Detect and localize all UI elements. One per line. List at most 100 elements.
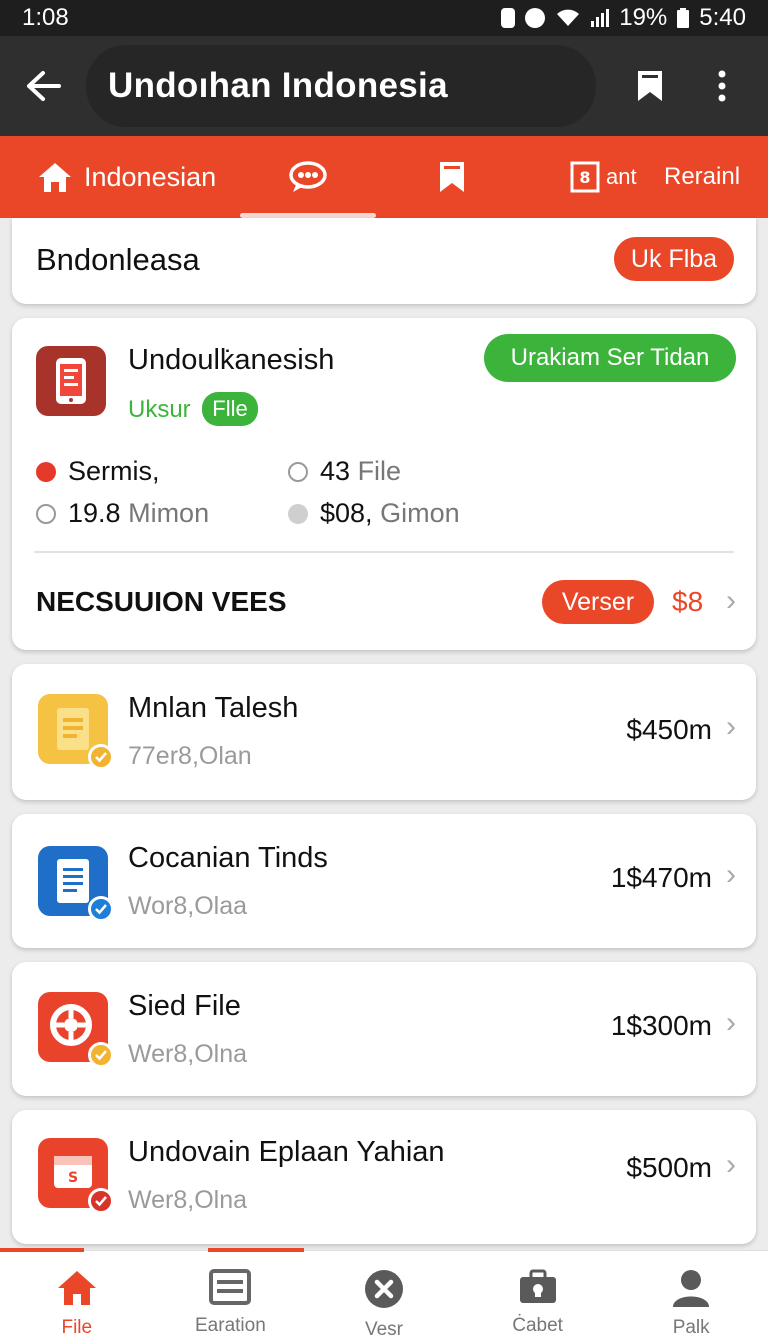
nav-vesr[interactable]: Vesr (307, 1251, 461, 1344)
page-title: Undoıhan Indonesia (108, 66, 448, 105)
title-bar: Undoıhan Indonesia (86, 45, 596, 127)
app-bar: Undoıhan Indonesia (0, 36, 768, 136)
svg-text:S: S (68, 1170, 78, 1186)
more-options-button[interactable] (692, 36, 752, 136)
alert-icon (525, 8, 546, 28)
arrow-left-icon (27, 71, 61, 101)
card-icon (209, 1269, 252, 1305)
back-button[interactable] (0, 36, 86, 136)
section-button[interactable]: Verser (542, 580, 654, 624)
header-badge-button[interactable]: Uk Flba (614, 237, 734, 281)
header-card: Bndonleasa Uk Flba (12, 218, 756, 304)
item-name: Sied File (128, 990, 241, 1022)
section-button-label: Verser (561, 587, 635, 616)
item-subtitle: Wer8,Olna (128, 1186, 248, 1214)
bookmark-icon (440, 162, 464, 192)
chevron-right-icon: › (726, 710, 736, 743)
status-bar: 1:08 19% 5:40 (0, 0, 768, 36)
stat-unit: Gimon (380, 498, 460, 528)
tab-bookmark[interactable] (438, 136, 466, 218)
box-icon: 8 (570, 161, 600, 193)
chevron-right-icon: › (726, 858, 736, 891)
tab-ant[interactable]: 8 ant (570, 136, 637, 218)
stat-value: Sermis, (68, 456, 160, 486)
bottom-navigation: File Earation Vesr Ċabet Palk (0, 1248, 768, 1344)
tab-rerainl[interactable]: Rerainl (664, 136, 740, 218)
bookmark-icon (638, 71, 662, 101)
action-button[interactable]: Urakiam Ser Tidan (484, 334, 736, 382)
file-tag: Flle (202, 392, 258, 426)
briefcase-icon (519, 1269, 556, 1303)
nav-label: Ċabet (512, 1315, 563, 1336)
clipboard-icon (56, 358, 86, 404)
stat-unit: Mimon (128, 498, 210, 528)
status-time-left: 1:08 (22, 4, 69, 31)
item-name: Cocanian Tinds (128, 842, 328, 874)
chevron-right-icon: › (726, 1148, 736, 1181)
list-item[interactable]: Mnlan Talesh 77er8,Olan $450m › (12, 664, 756, 800)
check-badge-icon (88, 1188, 114, 1214)
battery-icon (677, 8, 690, 28)
action-button-label: Urakiam Ser Tidan (510, 344, 710, 371)
nav-label: Earation (195, 1315, 266, 1336)
item-price: $450m (626, 714, 712, 745)
nav-earation[interactable]: Earation (154, 1251, 308, 1344)
summary-card: Undoulk̇anesish Uksur Flle Urakiam Ser T… (12, 318, 756, 650)
check-badge-icon (88, 1042, 114, 1068)
stat-value: $08, (320, 498, 373, 528)
list-icon (38, 846, 114, 922)
nav-label: Palk (672, 1317, 710, 1338)
nav-cabet[interactable]: Ċabet (461, 1251, 615, 1344)
tab-indonesian[interactable]: Indonesian (36, 136, 216, 218)
status-dot (288, 461, 308, 482)
stat-value: 19.8 (68, 498, 121, 528)
close-circle-icon (364, 1270, 403, 1308)
home-icon (39, 163, 71, 192)
home-icon (57, 1271, 96, 1305)
sim-icon (501, 8, 516, 28)
wifi-icon (557, 9, 580, 26)
item-subtitle: 77er8,Olan (128, 742, 252, 770)
tab-bar: Indonesian 8 ant Rerainl (0, 136, 768, 218)
bookmark-button[interactable] (620, 36, 680, 136)
item-name: Undovain Eplaan Yahian (128, 1136, 445, 1168)
nav-file[interactable]: File (0, 1251, 154, 1344)
item-subtitle: Wer8,Olna (128, 1040, 248, 1068)
nav-label: Vesr (364, 1319, 403, 1340)
item-price: 1$470m (610, 862, 712, 893)
document-icon (38, 694, 114, 770)
stat-file-count: 43 File (288, 456, 401, 487)
section-title: NECSUUION VEES (36, 586, 287, 617)
header-title: Bndonleasa (36, 242, 200, 277)
list-item[interactable]: Cocanian Tinds Wor8,Olaa 1$470m › (12, 814, 756, 948)
app-subtitle: Uksur (128, 396, 191, 423)
tab-chat[interactable] (288, 136, 328, 218)
check-badge-icon (88, 744, 114, 770)
item-subtitle: Wor8,Olaa (128, 892, 248, 920)
signal-icon (591, 9, 610, 27)
chevron-right-icon[interactable]: › (726, 584, 736, 618)
list-item[interactable]: S Undovain Eplaan Yahian Wer8,Olna $500m… (12, 1110, 756, 1244)
check-badge-icon (88, 896, 114, 922)
battery-percent: 19% (619, 4, 668, 31)
list-item[interactable]: Sied File Wer8,Olna 1$300m › (12, 962, 756, 1096)
svg-text:8: 8 (579, 168, 590, 187)
chat-icon (289, 161, 327, 192)
nav-palk[interactable]: Palk (614, 1251, 768, 1344)
more-vertical-icon (718, 70, 726, 102)
section-value: $8 (672, 586, 704, 617)
stat-value: 43 (320, 456, 351, 486)
item-price: 1$300m (610, 1010, 712, 1041)
item-price: $500m (626, 1152, 712, 1183)
tab-label: Indonesian (84, 161, 217, 192)
header-badge-label: Uk Flba (630, 244, 718, 273)
status-dot (36, 461, 56, 482)
lifebuoy-icon (38, 992, 114, 1068)
status-dot (36, 503, 56, 524)
tab-label: Rerainl (664, 163, 741, 190)
status-dot (288, 503, 308, 524)
stat-unit: File (357, 456, 402, 486)
chevron-right-icon: › (726, 1006, 736, 1039)
status-time-right: 5:40 (699, 4, 746, 31)
person-icon (673, 1270, 710, 1307)
